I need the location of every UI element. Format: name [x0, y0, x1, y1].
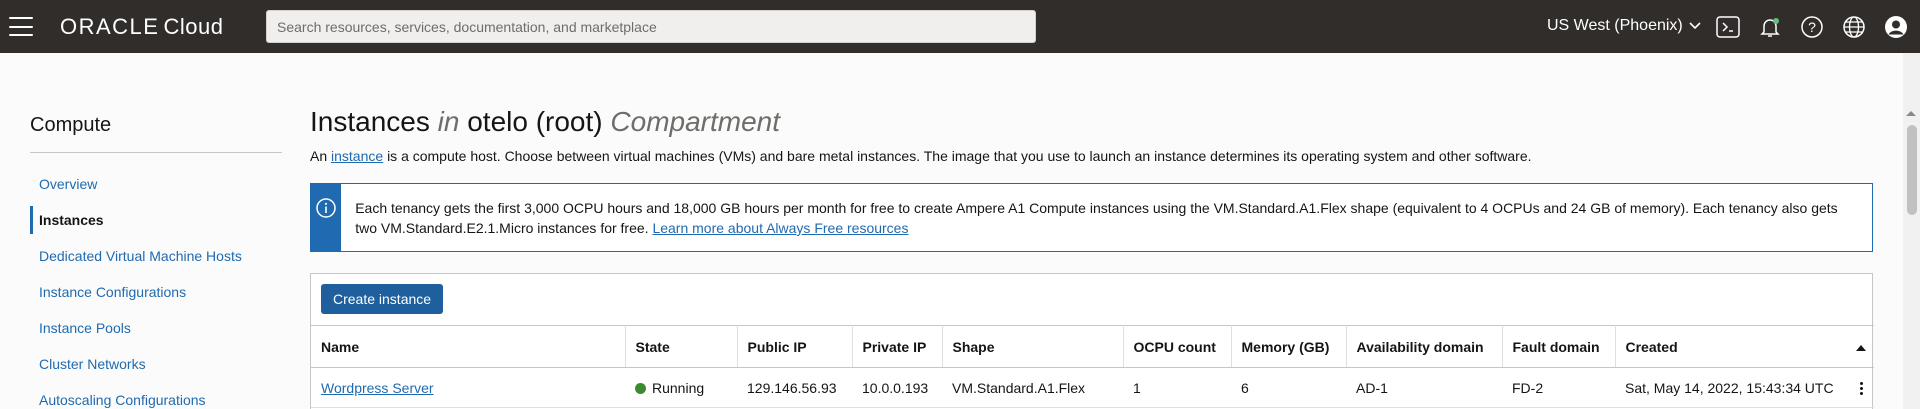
user-profile-icon[interactable]: [1882, 13, 1910, 41]
column-header-availability-domain[interactable]: Availability domain: [1346, 325, 1503, 368]
column-header-public-ip[interactable]: Public IP: [737, 325, 853, 368]
created-header-label: Created: [1625, 338, 1678, 355]
title-in: in: [437, 106, 460, 137]
cell-availability-domain: AD-1: [1346, 367, 1502, 408]
menu-icon[interactable]: [9, 17, 33, 36]
column-header-private-ip[interactable]: Private IP: [852, 325, 943, 368]
cell-ocpu-count: 1: [1123, 367, 1231, 408]
top-navigation-bar: ORACLECloud US West (Phoenix) ?: [0, 0, 1920, 53]
language-globe-icon[interactable]: [1840, 13, 1868, 41]
title-compartment-name: otelo (root): [467, 106, 603, 137]
sort-ascending-icon[interactable]: [1855, 344, 1866, 351]
sidebar-item-instances[interactable]: Instances: [30, 206, 282, 234]
created-value: Sat, May 14, 2022, 15:43:34 UTC: [1625, 379, 1834, 396]
column-header-ocpu-count[interactable]: OCPU count: [1123, 325, 1232, 368]
instances-table-panel: Create instance Name State Public IP Pri…: [310, 273, 1874, 409]
title-compartment-word: Compartment: [610, 106, 781, 137]
always-free-link[interactable]: Learn more about Always Free resources: [652, 220, 908, 236]
banner-accent: [311, 184, 342, 251]
sidebar-item-overview[interactable]: Overview: [30, 170, 282, 198]
help-icon[interactable]: ?: [1798, 13, 1826, 41]
instance-doc-link[interactable]: instance: [331, 148, 383, 164]
banner-text: Each tenancy gets the first 3,000 OCPU h…: [355, 200, 1838, 236]
state-label: Running: [652, 379, 705, 396]
logo-product: Cloud: [163, 14, 224, 39]
oracle-cloud-logo[interactable]: ORACLE Cloud: [60, 14, 223, 40]
table-header-row: Name State Public IP Private IP Shape OC…: [311, 325, 1874, 368]
cell-fault-domain: FD-2: [1502, 367, 1615, 408]
cell-state: Running: [625, 367, 737, 408]
cloud-shell-icon[interactable]: [1714, 13, 1742, 41]
svg-text:?: ?: [1808, 19, 1816, 35]
running-status-icon: [635, 382, 646, 394]
cell-memory: 6: [1231, 367, 1346, 408]
scroll-up-arrow-icon[interactable]: [1906, 111, 1916, 116]
title-resource: Instances: [310, 106, 430, 137]
sidebar-item-instance-pools[interactable]: Instance Pools: [30, 314, 282, 342]
sidebar-divider: [30, 152, 282, 153]
region-selector[interactable]: US West (Phoenix): [1547, 17, 1701, 35]
instance-name-link[interactable]: Wordpress Server: [321, 380, 434, 396]
table-row: Wordpress Server Running 129.146.56.93 1…: [311, 367, 1874, 408]
desc-rest: is a compute host. Choose between virtua…: [387, 148, 1532, 164]
always-free-info-banner: Each tenancy gets the first 3,000 OCPU h…: [310, 183, 1873, 252]
region-label: US West (Phoenix): [1547, 17, 1683, 34]
cell-name: Wordpress Server: [311, 367, 625, 408]
sidebar-item-dedicated-vm-hosts[interactable]: Dedicated Virtual Machine Hosts: [30, 242, 282, 270]
column-header-created[interactable]: Created: [1615, 325, 1874, 368]
sidebar-item-autoscaling-configurations[interactable]: Autoscaling Configurations: [30, 386, 282, 409]
page-scrollbar[interactable]: [1903, 53, 1920, 409]
logo-brand: ORACLE: [60, 14, 160, 39]
cell-public-ip: 129.146.56.93: [737, 367, 852, 408]
info-icon: [316, 198, 336, 218]
desc-prefix: An: [310, 148, 328, 164]
column-header-fault-domain[interactable]: Fault domain: [1502, 325, 1616, 368]
sidebar-item-cluster-networks[interactable]: Cluster Networks: [30, 350, 282, 378]
page-description: An instance is a compute host. Choose be…: [310, 148, 1532, 164]
row-actions-icon[interactable]: [1859, 382, 1863, 396]
banner-message: Each tenancy gets the first 3,000 OCPU h…: [341, 184, 1872, 251]
column-header-state[interactable]: State: [625, 325, 738, 368]
column-header-shape[interactable]: Shape: [942, 325, 1124, 368]
cell-private-ip: 10.0.0.193: [852, 367, 942, 408]
sidebar-title: Compute: [30, 114, 112, 136]
column-header-name[interactable]: Name: [311, 325, 626, 368]
scrollbar-thumb[interactable]: [1907, 125, 1917, 215]
cell-shape: VM.Standard.A1.Flex: [942, 367, 1123, 408]
search-input[interactable]: [266, 10, 1036, 43]
chevron-down-icon: [1689, 22, 1701, 30]
cell-created: Sat, May 14, 2022, 15:43:34 UTC: [1615, 367, 1874, 408]
notifications-bell-icon[interactable]: [1756, 13, 1784, 41]
column-header-memory[interactable]: Memory (GB): [1231, 325, 1347, 368]
page-title: Instances in otelo (root) Compartment: [310, 106, 780, 138]
instances-table: Name State Public IP Private IP Shape OC…: [311, 325, 1874, 408]
sidebar-item-instance-configurations[interactable]: Instance Configurations: [30, 278, 282, 306]
create-instance-button[interactable]: Create instance: [321, 284, 444, 314]
